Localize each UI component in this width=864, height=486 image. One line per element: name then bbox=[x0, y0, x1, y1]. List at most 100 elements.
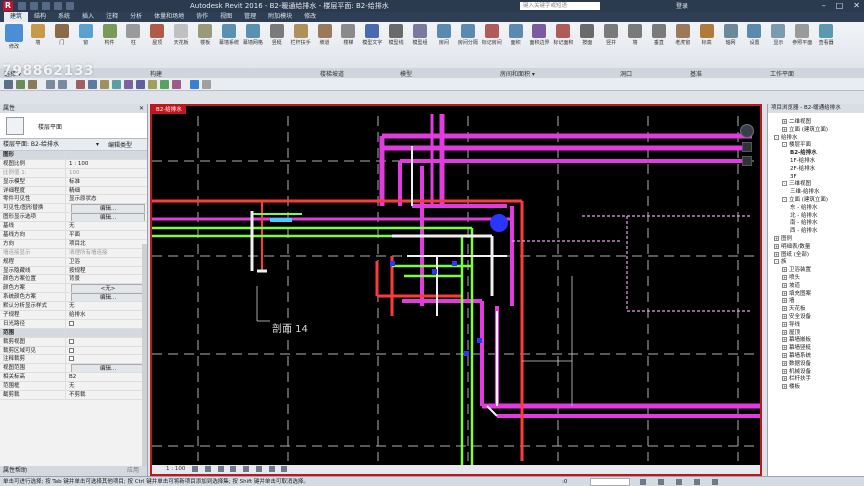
expand-icon[interactable]: + bbox=[782, 384, 787, 390]
browser-tree-node[interactable]: + 幕墙系统 bbox=[768, 352, 864, 361]
ribbon-panel-label[interactable]: 工作平面 bbox=[770, 69, 794, 78]
ribbon-tool[interactable]: 轴网 bbox=[721, 24, 741, 46]
apply-button[interactable]: 应用 bbox=[127, 466, 139, 476]
thin-lines-icon[interactable] bbox=[148, 80, 157, 89]
property-edit-button[interactable]: 编辑... bbox=[71, 293, 145, 302]
browser-tree-node[interactable]: + 立面 (建筑立面) bbox=[768, 126, 864, 135]
type-selector[interactable]: 楼层平面 bbox=[0, 113, 147, 139]
design-option-field[interactable] bbox=[590, 478, 630, 486]
sun-path-icon[interactable] bbox=[217, 465, 224, 472]
property-value[interactable] bbox=[66, 320, 147, 328]
tag-icon[interactable] bbox=[100, 80, 109, 89]
property-value[interactable] bbox=[66, 347, 147, 355]
property-edit-button[interactable]: 编辑... bbox=[71, 213, 145, 222]
browser-tree-node[interactable]: + 二维视图 bbox=[768, 119, 864, 127]
property-value[interactable]: 给排水 bbox=[66, 311, 147, 319]
property-group-header[interactable]: 图形 bbox=[0, 151, 147, 160]
property-value[interactable]: 不剪裁 bbox=[66, 391, 147, 399]
ribbon-tool[interactable]: 面积 bbox=[506, 24, 526, 46]
search-input[interactable]: 键入关键字或短语 bbox=[520, 2, 600, 10]
redo-icon[interactable] bbox=[58, 80, 67, 89]
property-value[interactable]: 无 bbox=[66, 382, 147, 390]
properties-scrollbar[interactable] bbox=[142, 244, 147, 474]
design-options-icon[interactable] bbox=[658, 479, 664, 485]
worksets-icon[interactable] bbox=[640, 479, 646, 485]
detail-level-icon[interactable] bbox=[192, 465, 199, 472]
property-value[interactable]: 项目北 bbox=[66, 240, 147, 248]
3d-view-icon[interactable] bbox=[124, 80, 133, 89]
browser-tree-node[interactable]: + 明细表/数量 bbox=[768, 243, 864, 252]
browser-tree-node[interactable]: + 幕墙竖梃 bbox=[768, 345, 864, 353]
expand-icon[interactable]: + bbox=[774, 235, 779, 241]
undo-icon[interactable] bbox=[46, 80, 55, 89]
ribbon-tool[interactable]: 老虎窗 bbox=[673, 24, 693, 46]
property-value[interactable]: <无> bbox=[66, 284, 147, 293]
ribbon-tool[interactable]: 模型文字 bbox=[362, 24, 382, 46]
ribbon-tool[interactable]: 幕墙系统 bbox=[219, 24, 239, 46]
ribbon-tool[interactable]: 墙 bbox=[625, 24, 645, 46]
browser-tree-node[interactable]: 三维-给排水 bbox=[768, 189, 864, 197]
expand-icon[interactable]: + bbox=[782, 267, 787, 273]
property-value[interactable]: 1 : 100 bbox=[66, 160, 147, 168]
expand-icon[interactable]: + bbox=[782, 298, 787, 304]
ribbon-tool[interactable]: 参照平面 bbox=[792, 24, 812, 46]
property-value[interactable]: 无 bbox=[66, 222, 147, 230]
redo-icon[interactable] bbox=[54, 2, 62, 10]
browser-tree-node[interactable]: + 图例 bbox=[768, 235, 864, 244]
ribbon-tab[interactable]: 修改 bbox=[298, 12, 322, 22]
browser-tree-node[interactable]: 南 - 给排水 bbox=[768, 220, 864, 228]
ribbon-panel-label[interactable]: 构建 bbox=[150, 69, 162, 78]
browser-tree-node[interactable]: + 栏杆扶手 bbox=[768, 376, 864, 384]
ribbon-tool[interactable]: 房间 bbox=[434, 24, 454, 46]
open-file-icon[interactable] bbox=[16, 80, 25, 89]
expand-icon[interactable]: + bbox=[782, 290, 787, 296]
browser-tree-node[interactable]: + 天花板 bbox=[768, 306, 864, 314]
ribbon-tool[interactable]: 门 bbox=[52, 24, 72, 46]
ribbon-tab[interactable]: 建筑 bbox=[4, 12, 29, 22]
ribbon-tool[interactable]: 标记面积 bbox=[553, 24, 573, 46]
ribbon-tool[interactable]: 栏杆扶手 bbox=[291, 24, 311, 46]
property-value[interactable]: 标准 bbox=[66, 178, 147, 186]
ribbon-tab[interactable]: 管理 bbox=[238, 12, 262, 22]
floor-plan-canvas[interactable]: 剖面 14 bbox=[152, 106, 760, 474]
modify-tool-icon[interactable] bbox=[202, 80, 211, 89]
ribbon-tab[interactable]: 视图 bbox=[214, 12, 238, 22]
close-hidden-icon[interactable] bbox=[160, 80, 169, 89]
expand-icon[interactable]: + bbox=[782, 321, 787, 327]
browser-tree-node[interactable]: - 立面 (建筑立面) bbox=[768, 196, 864, 205]
ribbon-tool[interactable]: 房间分隔 bbox=[458, 24, 478, 46]
ribbon-panel-label[interactable]: 洞口 bbox=[620, 69, 632, 78]
filter-icon[interactable] bbox=[712, 479, 718, 485]
crop-view-icon[interactable] bbox=[243, 465, 250, 472]
ribbon-tool[interactable]: 设置 bbox=[744, 24, 764, 46]
maximize-icon[interactable]: □ bbox=[836, 1, 844, 10]
browser-tree-node[interactable]: 西 - 给排水 bbox=[768, 228, 864, 236]
ribbon-tool[interactable]: 面积边界 bbox=[529, 24, 550, 46]
zoom-icon[interactable] bbox=[742, 142, 752, 152]
drawing-view[interactable]: 剖面 14 B2-给排水 1 : 100 bbox=[150, 104, 762, 476]
property-checkbox[interactable] bbox=[69, 320, 74, 326]
ribbon-tab[interactable]: 插入 bbox=[76, 12, 100, 22]
ribbon-tool[interactable]: 模型线 bbox=[386, 24, 406, 46]
close-icon[interactable]: ✕ bbox=[139, 104, 144, 113]
property-value[interactable] bbox=[66, 338, 147, 346]
property-group-header[interactable]: 范围 bbox=[0, 328, 147, 338]
view-cube-icon[interactable] bbox=[740, 124, 754, 138]
ribbon-tab[interactable]: 附加模块 bbox=[262, 12, 298, 22]
section-icon[interactable] bbox=[136, 80, 145, 89]
property-checkbox[interactable] bbox=[69, 338, 74, 344]
collapse-icon[interactable]: - bbox=[774, 134, 779, 140]
browser-tree-node[interactable]: -族 bbox=[768, 259, 864, 267]
property-value[interactable]: 背景 bbox=[66, 275, 147, 283]
open-icon[interactable] bbox=[18, 2, 26, 10]
ribbon-panel-label[interactable]: 基准 bbox=[690, 69, 702, 78]
browser-tree-node[interactable]: 1F-给排水 bbox=[768, 158, 864, 166]
close-icon[interactable]: ✕ bbox=[853, 1, 860, 10]
ribbon-tab[interactable]: 结构 bbox=[28, 12, 52, 22]
reveal-hidden-icon[interactable] bbox=[281, 465, 288, 472]
property-value[interactable]: 卫浴 bbox=[66, 258, 147, 266]
expand-icon[interactable]: + bbox=[782, 306, 787, 312]
browser-tree-node[interactable]: 2F-给排水 bbox=[768, 166, 864, 174]
ribbon-tool[interactable]: 幕墙网格 bbox=[243, 24, 263, 46]
save-icon[interactable] bbox=[30, 2, 38, 10]
